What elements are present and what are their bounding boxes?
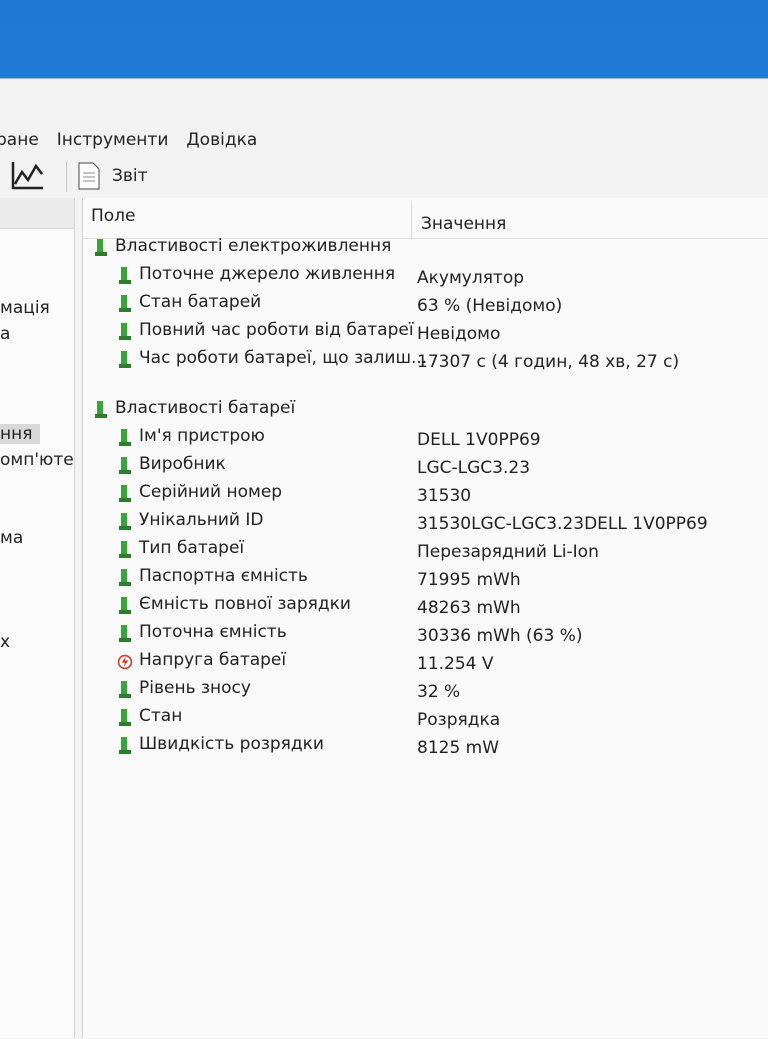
benchmark-chart-button[interactable] xyxy=(10,160,46,192)
group-row[interactable]: Властивості батареї xyxy=(83,396,768,424)
battery-icon xyxy=(119,681,131,698)
table-row[interactable]: Повний час роботи від батареї Невідомо xyxy=(83,318,768,346)
tree-item[interactable]: х xyxy=(0,632,10,652)
table-row[interactable]: Ємність повної зарядки 48263 mWh xyxy=(83,592,768,620)
field-name: Поточне джерело живлення xyxy=(139,264,396,284)
battery-icon xyxy=(119,351,131,368)
field-name: Тип батареї xyxy=(139,538,245,558)
table-row[interactable]: Стан батарей 63 % (Невідомо) xyxy=(83,290,768,318)
battery-icon xyxy=(119,513,131,530)
field-name: Стан батарей xyxy=(139,292,262,312)
battery-icon xyxy=(119,323,131,340)
battery-icon xyxy=(119,709,131,726)
tree-item[interactable]: а xyxy=(0,324,10,344)
table-row[interactable]: Поточна ємність 30336 mWh (63 %) xyxy=(83,620,768,648)
table-row[interactable]: Паспортна ємність 71995 mWh xyxy=(83,564,768,592)
field-value: 31530 xyxy=(417,486,472,506)
column-divider[interactable] xyxy=(411,202,412,238)
report-button[interactable]: Звіт xyxy=(78,158,148,194)
table-row[interactable]: Серійний номер 31530 xyxy=(83,480,768,508)
field-name: Швидкість розрядки xyxy=(139,734,324,754)
tree-header xyxy=(0,198,74,229)
table-row[interactable]: Тип батареї Перезарядний Li-Ion xyxy=(83,536,768,564)
column-value-header[interactable]: Значення xyxy=(421,214,506,234)
table-row[interactable]: Напруга батареї 11.254 V xyxy=(83,648,768,676)
tree-item[interactable]: ння xyxy=(0,424,41,444)
field-value: 8125 mW xyxy=(417,738,500,758)
battery-icon xyxy=(119,569,131,586)
group-title: Властивості батареї xyxy=(115,398,296,418)
line-chart-icon xyxy=(11,162,43,190)
table-row[interactable]: Рівень зносу 32 % xyxy=(83,676,768,704)
field-value: Перезарядний Li-Ion xyxy=(417,542,599,562)
battery-icon xyxy=(119,541,131,558)
field-name: Поточна ємність xyxy=(139,622,287,642)
field-name: Серійний номер xyxy=(139,482,283,502)
tree-item[interactable]: ма xyxy=(0,528,23,548)
toolbar-separator xyxy=(66,162,67,192)
battery-icon xyxy=(119,457,131,474)
field-name: Напруга батареї xyxy=(139,650,287,670)
field-name: Час роботи батареї, що залиш... xyxy=(139,348,428,368)
field-name: Рівень зносу xyxy=(139,678,251,698)
battery-icon xyxy=(95,239,107,256)
menu-item-help[interactable]: Довідка xyxy=(186,130,257,150)
group-row[interactable]: Властивості електроживлення xyxy=(83,234,768,262)
battery-icon xyxy=(119,267,131,284)
field-name: Ім'я пристрою xyxy=(139,426,265,446)
field-name: Повний час роботи від батареї xyxy=(139,320,414,340)
field-name: Ємність повної зарядки xyxy=(139,594,351,614)
table-row[interactable]: Ім'я пристрою DELL 1V0PP69 xyxy=(83,424,768,452)
tree-item[interactable]: мація xyxy=(0,298,50,318)
table-row[interactable]: Поточне джерело живлення Акумулятор xyxy=(83,262,768,290)
navigation-tree: мація а ння омп'юте ма х xyxy=(0,198,75,1038)
battery-icon xyxy=(119,295,131,312)
field-value: DELL 1V0PP69 xyxy=(417,430,541,450)
field-name: Унікальний ID xyxy=(139,510,264,530)
battery-icon xyxy=(119,625,131,642)
menu-item-favorites[interactable]: ране xyxy=(0,130,39,150)
field-name: Виробник xyxy=(139,454,226,474)
field-value: 31530LGC-LGC3.23DELL 1V0PP69 xyxy=(417,514,708,534)
battery-icon xyxy=(95,401,107,418)
table-row[interactable]: Унікальний ID 31530LGC-LGC3.23DELL 1V0PP6… xyxy=(83,508,768,536)
toolbar: Звіт xyxy=(0,158,768,196)
field-value: Розрядка xyxy=(417,710,501,730)
field-value: 30336 mWh (63 %) xyxy=(417,626,583,646)
report-label: Звіт xyxy=(112,166,148,186)
tree-item[interactable]: омп'юте xyxy=(0,450,74,470)
table-header: Поле Значення xyxy=(83,198,768,239)
field-value: 32 % xyxy=(417,682,461,702)
group-title: Властивості електроживлення xyxy=(115,236,392,256)
field-value: LGC-LGC3.23 xyxy=(417,458,531,478)
field-value: Акумулятор xyxy=(417,268,525,288)
table-row[interactable]: Виробник LGC-LGC3.23 xyxy=(83,452,768,480)
battery-icon xyxy=(119,429,131,446)
menu-item-tools[interactable]: Інструменти xyxy=(57,130,169,150)
field-name: Стан xyxy=(139,706,183,726)
table-row[interactable]: Час роботи батареї, що залиш... 17307 с (… xyxy=(83,346,768,374)
table-row[interactable]: Швидкість розрядки 8125 mW xyxy=(83,732,768,760)
voltage-icon xyxy=(117,654,133,670)
field-value: 11.254 V xyxy=(417,654,494,674)
battery-icon xyxy=(119,597,131,614)
battery-icon xyxy=(119,485,131,502)
field-value: 17307 с (4 годин, 48 хв, 27 с) xyxy=(417,352,680,372)
table-row[interactable]: Стан Розрядка xyxy=(83,704,768,732)
field-value: Невідомо xyxy=(417,324,501,344)
column-field-header[interactable]: Поле xyxy=(91,206,136,226)
battery-icon xyxy=(119,737,131,754)
field-value: 48263 mWh xyxy=(417,598,521,618)
field-value: 63 % (Невідомо) xyxy=(417,296,563,316)
document-icon xyxy=(78,162,100,190)
menu-bar: ране Інструменти Довідка xyxy=(0,126,768,154)
field-value: 71995 mWh xyxy=(417,570,521,590)
field-name: Паспортна ємність xyxy=(139,566,308,586)
details-table: Поле Значення Властивості електроживленн… xyxy=(82,198,768,1038)
